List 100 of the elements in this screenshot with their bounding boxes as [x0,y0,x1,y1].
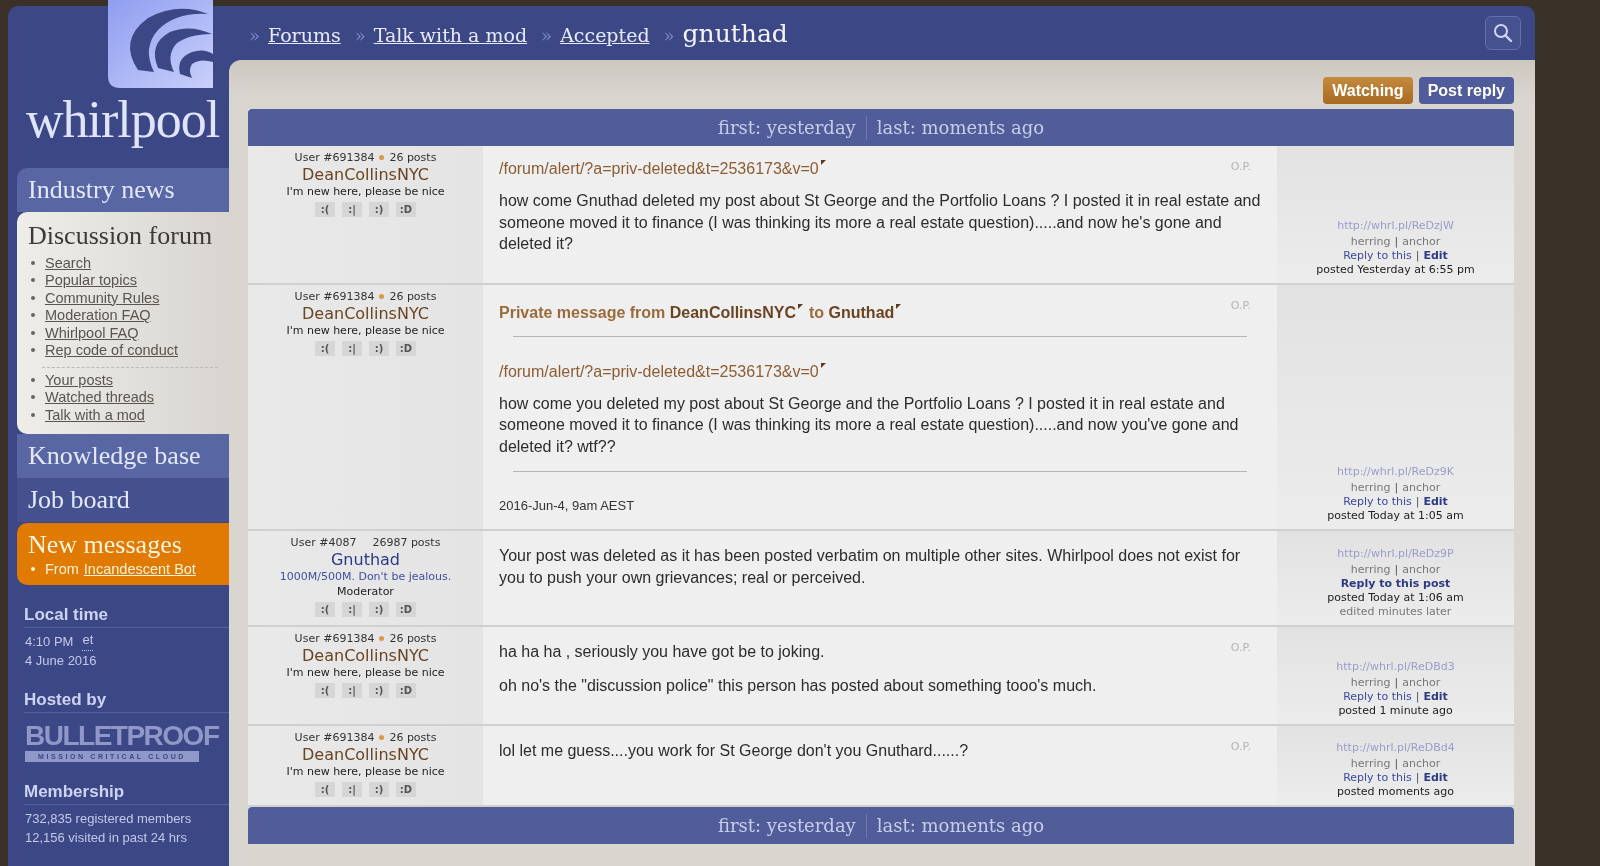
reply-link[interactable]: Reply to this post [1340,577,1451,591]
user-id: User #691384 [294,289,375,303]
rating-button[interactable]: :D [396,202,416,217]
sidebar-link[interactable]: Rep code of conduct [45,342,178,359]
username-link[interactable]: DeanCollinsNYC [302,302,429,324]
bullet-icon [31,412,35,417]
edit-link[interactable]: Edit [1423,495,1448,509]
breadcrumb-separator: » [663,24,675,46]
link-divider: | [1415,495,1420,509]
sender-link[interactable]: Incandescent Bot [83,560,196,577]
alert-link[interactable]: /forum/alert/?a=priv-deleted&t=2536173&v=0 [499,362,819,381]
host-logo-text[interactable]: BULLETPROOF [25,720,219,751]
post-reply-button[interactable]: Post reply [1418,77,1514,104]
link-divider: | [1415,248,1420,263]
swirl-logo-icon[interactable] [108,0,213,88]
nav-section-title[interactable]: Discussion forum [28,220,218,252]
sidebar-link[interactable]: Whirlpool FAQ [45,324,139,341]
alert-link[interactable]: /forum/alert/?a=priv-deleted&t=2536173&v=0 [499,160,819,178]
user-id: User #691384 [294,632,375,645]
breadcrumb-link[interactable]: Talk with a mod [373,23,528,46]
timezone-link[interactable]: et [82,631,94,651]
username-link[interactable]: DeanCollinsNYC [302,164,429,185]
flag-icon [798,303,803,309]
breadcrumb-separator: » [249,24,260,46]
herring-link[interactable]: herring [1350,757,1391,771]
edit-link[interactable]: Edit [1423,248,1448,263]
posted-time: posted moments ago [1337,785,1454,799]
rating-button[interactable]: :D [396,782,416,797]
link-divider: | [1394,234,1399,249]
rating-button[interactable]: :| [342,782,362,797]
user-tagline: I'm new here, please be nice [286,765,445,779]
rating-button[interactable]: :( [315,782,335,797]
post-text: ha ha ha , seriously you have got be to joking. [499,642,825,662]
sidebar-link[interactable]: Watched threads [45,389,155,406]
username-link[interactable]: DeanCollinsNYC [302,744,429,765]
herring-link[interactable]: herring [1350,481,1391,495]
op-label: O.P. [1230,740,1251,753]
rating-button[interactable]: :) [369,340,389,356]
rating-button[interactable]: :| [342,340,362,356]
herring-link[interactable]: herring [1350,676,1391,690]
herring-link[interactable]: herring [1350,563,1391,577]
rating-button[interactable]: :( [315,340,335,356]
nav-tab[interactable]: Industry news [17,168,229,212]
user-role: Moderator [337,584,394,599]
breadcrumb-link[interactable]: Accepted [560,23,650,46]
rating-button[interactable]: :( [315,202,335,217]
edit-link[interactable]: Edit [1423,771,1448,785]
last-post-link[interactable]: last: moments ago [876,815,1045,836]
sidebar-link[interactable]: Moderation FAQ [45,307,151,324]
sidebar-link[interactable]: Search [45,254,91,271]
rating-button[interactable]: :( [315,683,335,698]
sidebar-link[interactable]: Your posts [45,371,113,388]
rating-button[interactable]: :D [396,602,416,617]
first-post-link[interactable]: first: yesterday [717,117,856,138]
rating-button[interactable]: :) [369,602,389,617]
bullet-icon [31,395,35,400]
rating-button[interactable]: :| [342,602,362,617]
anchor-link[interactable]: anchor [1402,676,1441,690]
bullet-icon [31,260,35,265]
message-heading: to Gnuthad [809,303,895,322]
rating-button[interactable]: :| [342,202,362,217]
rating-button[interactable]: :( [315,602,335,617]
rating-button[interactable]: :) [369,782,389,797]
reply-link[interactable]: Reply to this [1343,248,1412,263]
username-link[interactable]: DeanCollinsNYC [302,645,429,666]
rating-button[interactable]: :D [396,340,416,356]
message-date: 2016-Jun-4, 9am AEST [499,498,635,513]
anchor-link[interactable]: anchor [1402,234,1441,249]
search-button[interactable] [1485,16,1521,50]
posted-time: posted Today at 1:05 am [1327,509,1464,523]
breadcrumb-link[interactable]: Forums [268,23,341,46]
rating-button[interactable]: :D [396,683,416,698]
nav-section-title[interactable]: New messages [28,528,218,561]
username-link[interactable]: Gnuthad [330,549,401,570]
nav-tab[interactable]: Knowledge base [17,433,229,478]
anchor-link[interactable]: anchor [1402,481,1441,495]
watching-button[interactable]: Watching [1323,77,1413,104]
bullet-icon [31,330,35,335]
rating-button[interactable]: :| [342,683,362,698]
bullet-icon [31,348,35,353]
local-date: 4 June 2016 [25,651,98,670]
first-post-link[interactable]: first: yesterday [717,815,856,836]
membership-stat: 12,156 visited in past 24 hrs [25,828,188,847]
edit-link[interactable]: Edit [1423,690,1448,704]
rating-button[interactable]: :) [369,202,389,217]
sidebar-link[interactable]: Community Rules [45,289,160,306]
last-post-link[interactable]: last: moments ago [876,117,1045,138]
sidebar-link[interactable]: Talk with a mod [45,406,145,423]
post-count: 26 posts [389,632,437,645]
rating-button[interactable]: :) [369,683,389,698]
reply-link[interactable]: Reply to this [1343,771,1412,785]
site-logo-text[interactable]: whirlpool [26,92,220,148]
reply-link[interactable]: Reply to this [1343,495,1412,509]
reply-link[interactable]: Reply to this [1343,690,1412,704]
anchor-link[interactable]: anchor [1402,757,1441,771]
bullet-icon [31,295,35,300]
sidebar-link[interactable]: Popular topics [45,272,137,289]
herring-link[interactable]: herring [1350,234,1391,249]
anchor-link[interactable]: anchor [1402,563,1441,577]
op-label: O.P. [1230,641,1251,654]
